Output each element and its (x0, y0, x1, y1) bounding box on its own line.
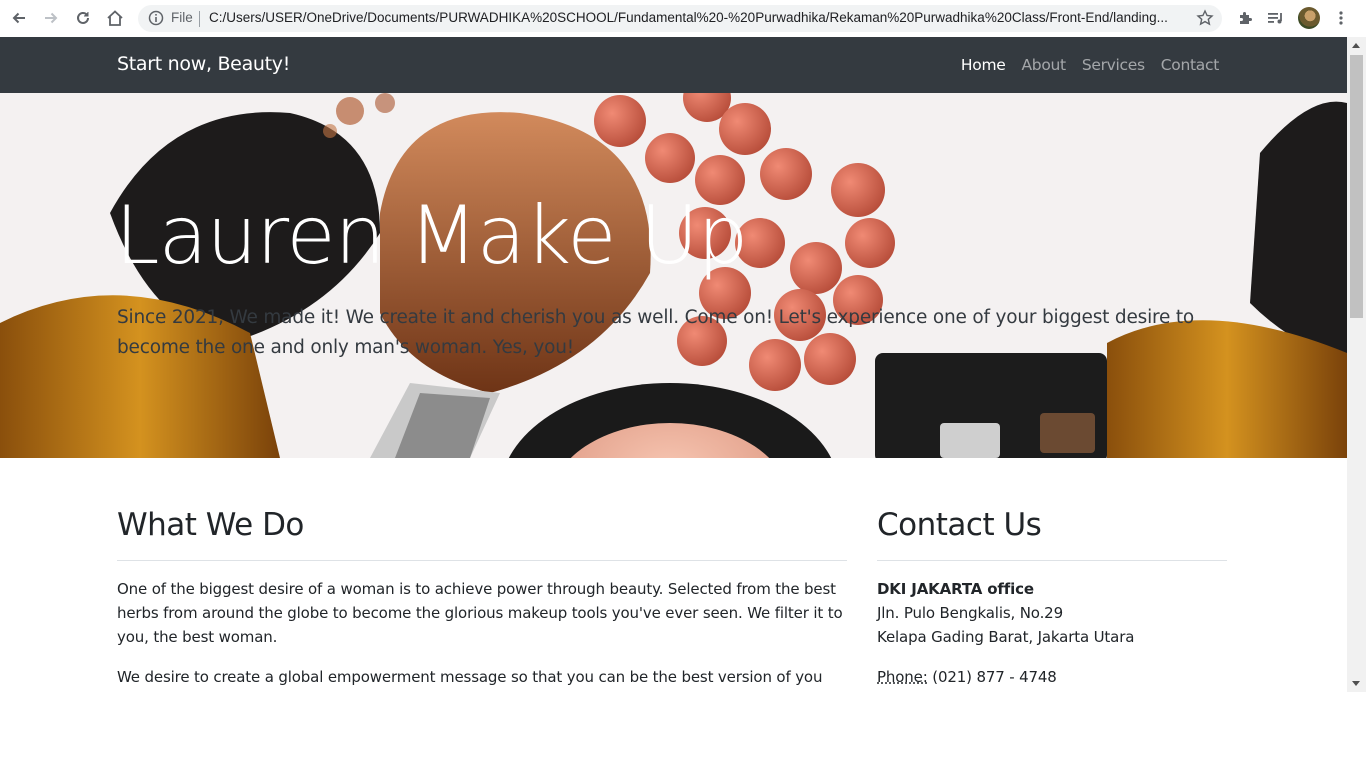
page-viewport: Start now, Beauty! Home About Services C… (0, 37, 1347, 768)
what-we-do-paragraph-2: We desire to create a global empowerment… (117, 668, 823, 686)
address-line-1: Jln. Pulo Bengkalis, No.29 (877, 604, 1063, 622)
what-we-do-divider (117, 560, 847, 561)
nav-link-services[interactable]: Services (1082, 56, 1145, 74)
scroll-thumb[interactable] (1350, 55, 1363, 318)
contact-us-heading: Contact Us (877, 507, 1042, 543)
back-icon[interactable] (8, 7, 30, 29)
nav-link-home[interactable]: Home (961, 56, 1006, 74)
reload-icon[interactable] (72, 7, 94, 29)
hero-title: Lauren Make Up (115, 189, 748, 282)
profile-avatar[interactable] (1298, 7, 1320, 29)
nav-link-about[interactable]: About (1021, 56, 1066, 74)
contact-address: DKI JAKARTA office Jln. Pulo Bengkalis, … (877, 577, 1227, 649)
hero-lead: Since 2021, We made it! We create it and… (117, 307, 1195, 358)
omnibox-divider (199, 11, 200, 27)
site-info-icon[interactable] (148, 10, 164, 30)
phone-number: (021) 877 - 4748 (932, 668, 1057, 686)
navbar-brand[interactable]: Start now, Beauty! (117, 53, 290, 75)
nav-links: Home About Services Contact (961, 56, 1219, 74)
what-we-do-heading: What We Do (117, 507, 304, 543)
extensions-puzzle-icon[interactable] (1234, 7, 1256, 29)
menu-kebab-icon[interactable] (1330, 7, 1352, 29)
phone-label: Phone: (877, 668, 928, 686)
browser-toolbar: File C:/Users/USER/OneDrive/Documents/PU… (0, 0, 1366, 38)
site-navbar: Start now, Beauty! Home About Services C… (0, 37, 1347, 93)
address-bar[interactable]: File C:/Users/USER/OneDrive/Documents/PU… (138, 5, 1222, 32)
contact-phone: Phone: (021) 877 - 4748 (877, 665, 1227, 689)
address-line-2: Kelapa Gading Barat, Jakarta Utara (877, 628, 1135, 646)
hero-jumbotron: Lauren Make Up Since 2021, We made it! W… (0, 93, 1347, 458)
page-scrollbar[interactable] (1347, 37, 1366, 692)
office-name: DKI JAKARTA office (877, 580, 1034, 598)
scroll-down-arrow-icon[interactable] (1352, 681, 1360, 686)
scroll-up-arrow-icon[interactable] (1352, 43, 1360, 48)
nav-link-contact[interactable]: Contact (1161, 56, 1220, 74)
home-icon[interactable] (104, 7, 126, 29)
bookmark-star-icon[interactable] (1196, 9, 1214, 31)
contact-us-divider (877, 560, 1227, 561)
file-label: File (171, 10, 193, 25)
forward-icon[interactable] (40, 7, 62, 29)
what-we-do-paragraph-1: One of the biggest desire of a woman is … (117, 580, 843, 646)
media-queue-icon[interactable] (1265, 7, 1287, 29)
url-text[interactable]: C:/Users/USER/OneDrive/Documents/PURWADH… (209, 10, 1179, 25)
